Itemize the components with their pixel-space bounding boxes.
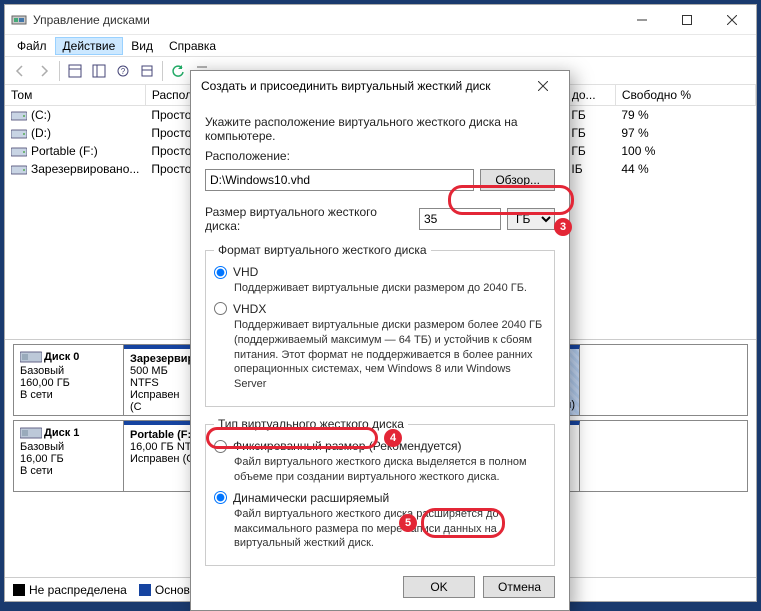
disk-label[interactable]: Диск 0Базовый160,00 ГБВ сети: [14, 345, 124, 415]
back-button: [9, 60, 31, 82]
toolbar-props[interactable]: [136, 60, 158, 82]
vhdx-desc: Поддерживает виртуальные диски размером …: [234, 318, 546, 392]
menubar: Файл Действие Вид Справка: [5, 35, 756, 57]
disk-label[interactable]: Диск 1Базовый16,00 ГБВ сети: [14, 421, 124, 491]
legend-unallocated: Не распределена: [29, 583, 127, 597]
size-label: Размер виртуального жесткого диска:: [205, 205, 413, 233]
location-input[interactable]: [205, 169, 474, 191]
vhd-radio[interactable]: VHD: [214, 265, 546, 279]
dialog-intro: Укажите расположение виртуального жестко…: [205, 115, 555, 143]
partition[interactable]: Зарезервиро500 МБ NTFSИсправен (С: [124, 345, 200, 415]
app-icon: [11, 12, 27, 28]
toolbar-view2[interactable]: [88, 60, 110, 82]
menu-view[interactable]: Вид: [123, 37, 161, 55]
size-input[interactable]: [419, 208, 501, 230]
menu-action[interactable]: Действие: [55, 37, 124, 55]
vhdx-radio[interactable]: VHDX: [214, 302, 546, 316]
window-title: Управление дисками: [33, 13, 619, 27]
toolbar-refresh[interactable]: [167, 60, 189, 82]
col-freepct[interactable]: Свободно %: [615, 85, 755, 106]
menu-help[interactable]: Справка: [161, 37, 224, 55]
close-button[interactable]: [709, 6, 754, 34]
cancel-button[interactable]: Отмена: [483, 576, 555, 598]
dynamic-radio[interactable]: Динамически расширяемый: [214, 491, 546, 505]
svg-text:?: ?: [121, 67, 126, 76]
forward-button: [33, 60, 55, 82]
dynamic-desc: Файл виртуального жесткого диска расширя…: [234, 507, 546, 552]
browse-button[interactable]: Обзор...: [480, 169, 555, 191]
format-fieldset: Формат виртуального жесткого диска VHD П…: [205, 243, 555, 407]
titlebar: Управление дисками: [5, 5, 756, 35]
create-vhd-dialog: Создать и присоединить виртуальный жестк…: [190, 70, 570, 611]
maximize-button[interactable]: [664, 6, 709, 34]
col-capacity[interactable]: до...: [565, 85, 615, 106]
dialog-titlebar: Создать и присоединить виртуальный жестк…: [191, 71, 569, 101]
toolbar-view1[interactable]: [64, 60, 86, 82]
format-legend: Формат виртуального жесткого диска: [214, 243, 431, 257]
vhd-desc: Поддерживает виртуальные диски размером …: [234, 281, 546, 296]
size-unit-select[interactable]: ГБ: [507, 208, 555, 230]
ok-button[interactable]: OK: [403, 576, 475, 598]
dialog-title: Создать и присоединить виртуальный жестк…: [201, 79, 523, 93]
fixed-desc: Файл виртуального жесткого диска выделяе…: [234, 455, 546, 485]
minimize-button[interactable]: [619, 6, 664, 34]
fixed-radio[interactable]: Фиксированный размер (Рекомендуется): [214, 439, 546, 453]
col-volume[interactable]: Том: [5, 85, 145, 106]
toolbar-help[interactable]: ?: [112, 60, 134, 82]
location-label: Расположение:: [205, 149, 555, 163]
type-fieldset: Тип виртуального жесткого диска Фиксиров…: [205, 417, 555, 566]
type-legend: Тип виртуального жесткого диска: [214, 417, 408, 431]
dialog-close-button[interactable]: [523, 72, 563, 100]
menu-file[interactable]: Файл: [9, 37, 55, 55]
